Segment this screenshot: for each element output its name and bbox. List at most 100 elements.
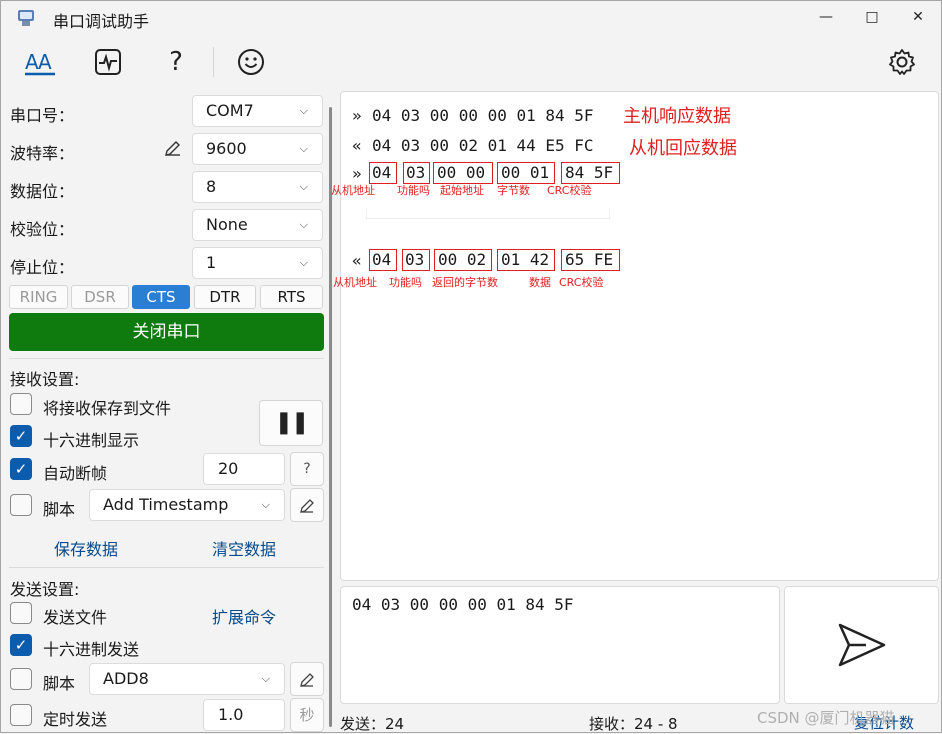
log-line-1-hex: 04 03 00 00 00 01 84 5F [372, 106, 594, 125]
databits-select[interactable]: 8 ⌵ [192, 171, 323, 203]
faded-overlay [366, 209, 610, 219]
svg-text:A: A [25, 50, 39, 74]
section-divider [9, 358, 324, 359]
receive-script-label: 脚本 [43, 500, 76, 519]
hex-field-start-address: 00 00 [433, 162, 493, 184]
send-input-text: 04 03 00 00 00 01 84 5F [352, 595, 574, 614]
receive-script-checkbox[interactable] [10, 494, 32, 516]
save-data-link[interactable]: 保存数据 [54, 536, 118, 560]
field-label-return-bytes: 返回的字节数 [432, 276, 498, 289]
signal-ring: RING [9, 285, 68, 309]
hex-field-return-bytes: 00 02 [434, 249, 492, 271]
hex-field-crc: 65 FE [561, 249, 620, 271]
send-button[interactable] [784, 586, 939, 704]
send-section-title: 发送设置: [10, 580, 80, 599]
log-line-2-note: 从机回应数据 [629, 138, 737, 159]
chevron-down-icon: ⌵ [261, 672, 270, 685]
timed-send-input[interactable]: 1.0 [203, 699, 285, 731]
hex-field-function: 03 [402, 249, 430, 271]
text-style-icon[interactable]: AA [23, 45, 57, 79]
smiley-icon[interactable] [234, 45, 268, 79]
hex-field-data: 01 42 [497, 249, 555, 271]
signal-rts[interactable]: RTS [260, 285, 323, 309]
receive-script-select[interactable]: Add Timestamp ⌵ [89, 489, 285, 521]
signal-dsr: DSR [71, 285, 129, 309]
hex-send-checkbox[interactable]: ✓ [10, 634, 32, 656]
parity-label: 校验位： [10, 220, 75, 239]
signal-cts[interactable]: CTS [132, 285, 190, 309]
chevron-down-icon: ⌵ [299, 180, 308, 193]
hex-display-label: 十六进制显示 [43, 431, 140, 450]
databits-value: 8 [206, 177, 217, 196]
hex-field-byte-count: 00 01 [497, 162, 555, 184]
field-label-start-address: 起始地址 [440, 184, 484, 197]
gear-icon[interactable] [885, 45, 919, 79]
help-icon[interactable]: ? [159, 45, 193, 79]
waveform-icon[interactable] [91, 45, 125, 79]
field-label-crc: CRC校验 [547, 184, 592, 197]
send-script-select[interactable]: ADD8 ⌵ [89, 663, 285, 695]
port-select[interactable]: COM7 ⌵ [192, 95, 323, 127]
send-file-label: 发送文件 [43, 608, 108, 627]
field-label-byte-count: 字节数 [497, 184, 530, 197]
chevron-down-icon: ⌵ [299, 104, 308, 117]
auto-frame-help-button[interactable]: ? [290, 452, 324, 486]
clear-data-link[interactable]: 清空数据 [212, 536, 276, 560]
hex-field-crc: 84 5F [561, 162, 620, 184]
auto-frame-input[interactable]: 20 [203, 453, 285, 485]
hex-send-label: 十六进制发送 [43, 640, 140, 659]
close-window-button[interactable]: ✕ [895, 1, 941, 33]
send-script-checkbox[interactable] [10, 668, 32, 690]
field-label-function: 功能吗 [397, 184, 430, 197]
pen-icon [300, 499, 314, 513]
parity-value: None [206, 215, 248, 234]
pen-icon [300, 673, 314, 687]
baud-select[interactable]: 9600 ⌵ [192, 133, 323, 165]
watermark: CSDN @厦门机器猫 [757, 709, 895, 727]
send-script-label: 脚本 [43, 674, 76, 693]
stopbits-select[interactable]: 1 ⌵ [192, 247, 323, 279]
save-to-file-checkbox[interactable] [10, 393, 32, 415]
send-input-area[interactable]: 04 03 00 00 00 01 84 5F [340, 586, 780, 704]
send-file-checkbox[interactable] [10, 602, 32, 624]
svg-text:A: A [38, 50, 52, 74]
field-label-address: 从机地址 [333, 276, 377, 289]
settings-scrollbar[interactable] [329, 107, 332, 727]
signal-dtr[interactable]: DTR [194, 285, 256, 309]
hex-field-function: 03 [403, 162, 430, 184]
hex-display-checkbox[interactable]: ✓ [10, 425, 32, 447]
timed-send-checkbox[interactable] [10, 704, 32, 726]
log-line-4-arrow: « [352, 251, 362, 270]
auto-frame-checkbox[interactable]: ✓ [10, 458, 32, 480]
edit-send-script-button[interactable] [290, 662, 324, 696]
field-label-function: 功能吗 [389, 276, 422, 289]
app-icon [16, 8, 36, 28]
edit-baud-icon[interactable] [163, 138, 183, 158]
ext-command-link[interactable]: 扩展命令 [212, 604, 276, 628]
sent-count: 发送：24 [340, 715, 405, 733]
title-bar: 串口调试助手 — □ ✕ [1, 1, 941, 35]
chevron-down-icon: ⌵ [299, 218, 308, 231]
edit-receive-script-button[interactable] [290, 488, 324, 522]
stopbits-value: 1 [206, 253, 217, 272]
chevron-down-icon: ⌵ [261, 498, 270, 511]
log-line-2-hex: 04 03 00 02 01 44 E5 FC [372, 136, 594, 155]
field-label-data: 数据 [529, 276, 551, 289]
minimize-button[interactable]: — [803, 1, 849, 33]
parity-select[interactable]: None ⌵ [192, 209, 323, 241]
port-value: COM7 [206, 101, 254, 120]
hex-field-address: 04 [369, 162, 397, 184]
maximize-button[interactable]: □ [849, 1, 895, 33]
chevron-down-icon: ⌵ [299, 256, 308, 269]
log-line-1-note: 主机响应数据 [623, 106, 731, 127]
pause-button[interactable]: ❚❚ [259, 400, 323, 446]
close-port-button[interactable]: 关闭串口 [9, 313, 324, 351]
timed-unit-label: 秒 [290, 698, 324, 732]
databits-label: 数据位： [10, 182, 75, 201]
baud-label: 波特率： [10, 144, 75, 163]
baud-value: 9600 [206, 139, 247, 158]
timed-send-label: 定时发送 [43, 710, 108, 729]
send-script-value: ADD8 [103, 669, 149, 688]
field-label-address: 从机地址 [331, 184, 375, 197]
receive-script-value: Add Timestamp [103, 495, 229, 514]
